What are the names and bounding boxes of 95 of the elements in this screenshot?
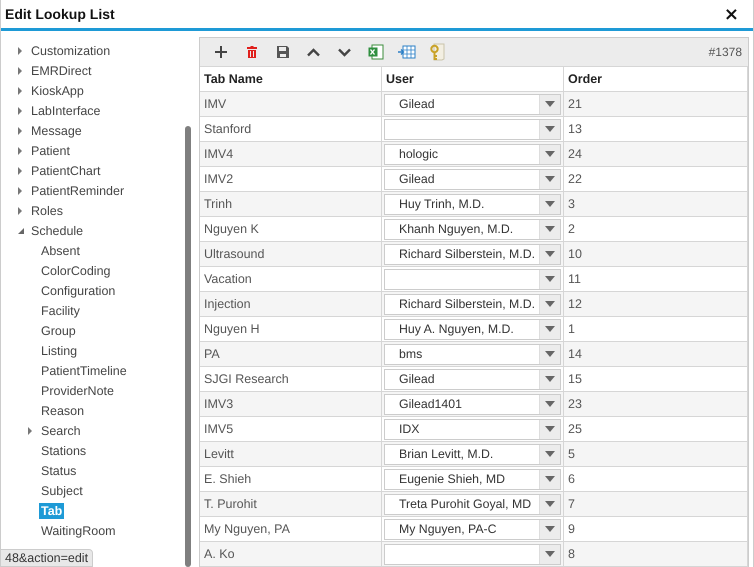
dropdown-arrow-icon[interactable]: [545, 276, 555, 282]
user-dropdown[interactable]: hologic: [384, 144, 561, 164]
tree-item[interactable]: Absent: [39, 243, 82, 259]
dropdown-arrow-icon[interactable]: [545, 376, 555, 382]
dropdown-arrow-icon[interactable]: [545, 551, 555, 557]
user-dropdown[interactable]: Brian Levitt, M.D.: [384, 444, 561, 464]
tree-item[interactable]: ProviderNote: [39, 383, 116, 399]
expand-arrow-icon[interactable]: [17, 87, 23, 95]
dropdown-arrow-icon[interactable]: [545, 176, 555, 182]
user-dropdown[interactable]: Richard Silberstein, M.D.: [384, 244, 561, 264]
expand-arrow-icon[interactable]: [17, 127, 23, 135]
table-cell: 12: [564, 292, 748, 317]
collapse-arrow-icon[interactable]: [17, 227, 25, 235]
table-cell: IMV4: [200, 142, 382, 167]
dropdown-arrow-icon[interactable]: [545, 126, 555, 132]
tree-item[interactable]: Patient: [29, 143, 72, 159]
table-cell: Levitt: [200, 442, 382, 467]
tree-item[interactable]: Status: [39, 463, 78, 479]
dropdown-arrow-icon[interactable]: [545, 476, 555, 482]
dropdown-arrow-icon[interactable]: [545, 326, 555, 332]
table-cell: 24: [564, 142, 748, 167]
expand-arrow-icon[interactable]: [17, 167, 23, 175]
user-dropdown[interactable]: My Nguyen, PA-C: [384, 518, 561, 540]
scrollbar-thumb[interactable]: [185, 126, 191, 567]
expand-arrow-icon[interactable]: [17, 147, 23, 155]
table-cell: 14: [564, 342, 748, 367]
expand-arrow-icon[interactable]: [17, 107, 23, 115]
table-cell: 7: [564, 492, 748, 517]
tree-item[interactable]: Customization: [29, 43, 112, 59]
table-cell: IMV: [200, 92, 382, 117]
tree-item[interactable]: ColorCoding: [39, 263, 112, 279]
record-number: #1378: [708, 45, 742, 59]
user-dropdown[interactable]: Eugenie Shieh, MD: [384, 468, 561, 490]
table-cell: 3: [564, 192, 748, 217]
close-button[interactable]: ×: [724, 4, 739, 24]
user-dropdown[interactable]: bms: [384, 344, 561, 364]
table-cell: T. Purohit: [200, 492, 382, 517]
table-cell: 5: [564, 442, 748, 467]
tree-item[interactable]: Reason: [39, 403, 86, 419]
tree-item[interactable]: Search: [39, 423, 83, 439]
tree-item[interactable]: Subject: [39, 483, 85, 499]
tree-item[interactable]: EMRDirect: [29, 63, 94, 79]
dropdown-arrow-icon[interactable]: [545, 501, 555, 507]
dropdown-arrow-icon[interactable]: [545, 401, 555, 407]
tree-item[interactable]: Schedule: [29, 223, 86, 239]
user-dropdown[interactable]: Khanh Nguyen, M.D.: [384, 218, 561, 240]
dropdown-arrow-icon[interactable]: [545, 351, 555, 357]
expand-arrow-icon[interactable]: [17, 187, 23, 195]
dropdown-arrow-icon[interactable]: [545, 526, 555, 532]
tree-item[interactable]: Roles: [29, 203, 65, 219]
dropdown-arrow-icon[interactable]: [545, 226, 555, 232]
table-cell: IMV3: [200, 392, 382, 417]
tree-item[interactable]: WaitingRoom: [39, 523, 118, 539]
table-cell: Injection: [200, 292, 382, 317]
table-cell: 10: [564, 242, 748, 267]
status-url: 48&action=edit: [0, 549, 94, 567]
user-dropdown[interactable]: IDX: [384, 418, 561, 440]
tree-item[interactable]: Group: [39, 323, 78, 339]
tree-item[interactable]: LabInterface: [29, 103, 102, 119]
tree-item[interactable]: Listing: [39, 343, 80, 359]
expand-arrow-icon[interactable]: [17, 47, 23, 55]
user-dropdown[interactable]: Gilead1401: [384, 394, 561, 414]
tree-item[interactable]: KioskApp: [29, 83, 86, 99]
table-cell: 21: [564, 92, 748, 117]
user-dropdown[interactable]: Gilead: [384, 94, 561, 114]
table-cell: PA: [200, 342, 382, 367]
user-dropdown[interactable]: Treta Purohit Goyal, MD: [384, 494, 561, 514]
user-dropdown[interactable]: Richard Silberstein, M.D.: [384, 294, 561, 314]
user-dropdown[interactable]: Gilead: [384, 368, 561, 390]
dropdown-arrow-icon[interactable]: [545, 426, 555, 432]
tree-item[interactable]: PatientChart: [29, 163, 102, 179]
tree-item[interactable]: Message: [29, 123, 84, 139]
expand-arrow-icon[interactable]: [27, 427, 33, 435]
user-dropdown[interactable]: Gilead: [384, 168, 561, 190]
tree-item[interactable]: Stations: [39, 443, 88, 459]
tree-item[interactable]: PatientReminder: [29, 183, 126, 199]
user-dropdown[interactable]: Huy Trinh, M.D.: [384, 194, 561, 214]
tree-item[interactable]: Configuration: [39, 283, 118, 299]
table-cell: A. Ko: [200, 542, 382, 567]
dropdown-arrow-icon[interactable]: [545, 301, 555, 307]
table-cell: Ultrasound: [200, 242, 382, 267]
dropdown-arrow-icon[interactable]: [545, 151, 555, 157]
window-title: Edit Lookup List: [5, 6, 115, 22]
table-cell: 23: [564, 392, 748, 417]
table-cell: 8: [564, 542, 748, 567]
dropdown-arrow-icon[interactable]: [545, 101, 555, 107]
table-cell: Trinh: [200, 192, 382, 217]
tree-item[interactable]: Facility: [39, 303, 82, 319]
expand-arrow-icon[interactable]: [17, 207, 23, 215]
tree-item[interactable]: PatientTimeline: [39, 363, 129, 379]
dropdown-arrow-icon[interactable]: [545, 451, 555, 457]
user-dropdown[interactable]: Huy A. Nguyen, M.D.: [384, 318, 561, 340]
expand-arrow-icon[interactable]: [17, 67, 23, 75]
dropdown-arrow-icon[interactable]: [545, 251, 555, 257]
dropdown-arrow-icon[interactable]: [545, 201, 555, 207]
